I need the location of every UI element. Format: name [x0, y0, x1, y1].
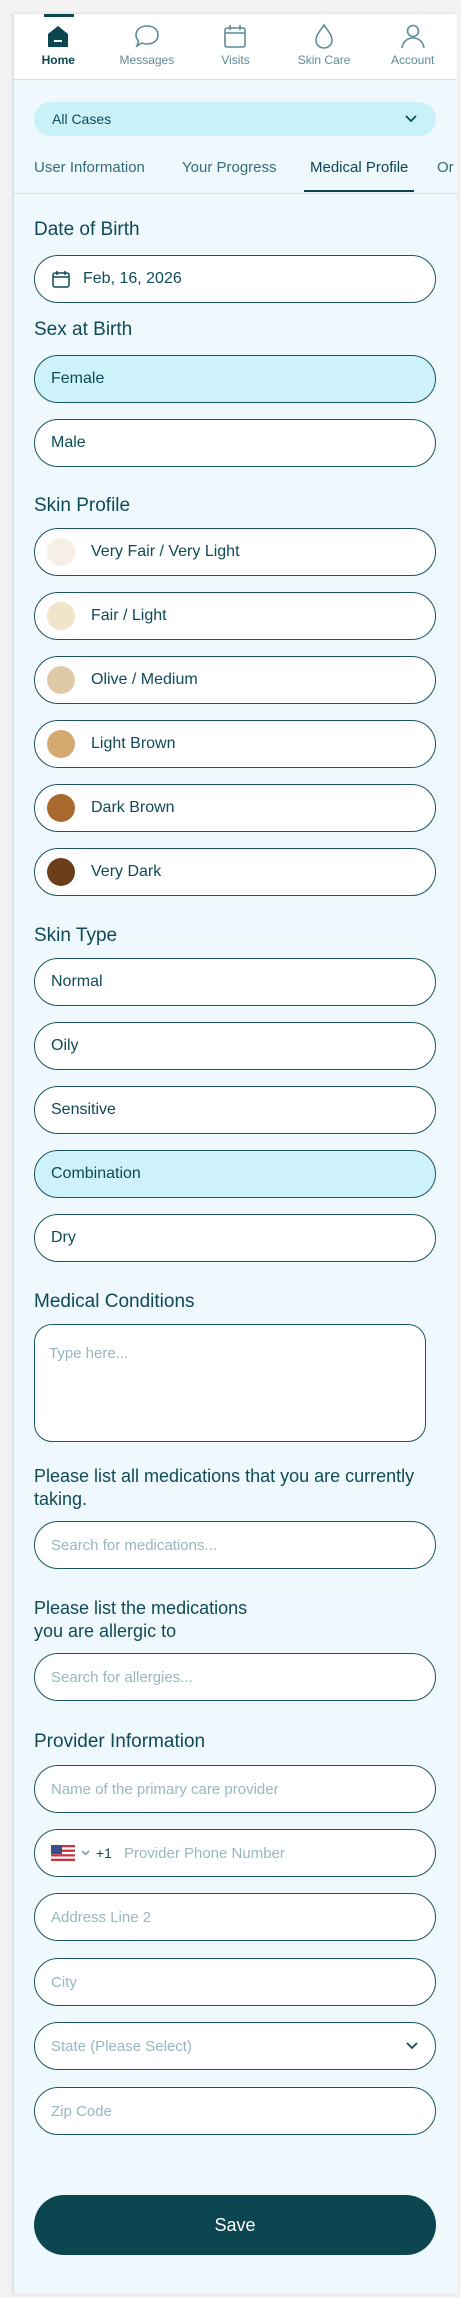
skin-profile-option[interactable]: Fair / Light [34, 592, 436, 640]
skin-profile-option[interactable]: Very Fair / Very Light [34, 528, 436, 576]
top-nav: Home Messages Visits Skin Care Account [14, 14, 457, 80]
skin-type-title: Skin Type [34, 925, 118, 946]
sex-option-male[interactable]: Male [34, 419, 436, 467]
zip-placeholder: Zip Code [51, 2102, 112, 2120]
nav-item-visits[interactable]: Visits [195, 14, 275, 67]
option-label: Dry [51, 1229, 76, 1246]
option-label: Fair / Light [91, 607, 167, 624]
app-screen: Home Messages Visits Skin Care Account A… [14, 14, 457, 2294]
skin-type-option-sensitive[interactable]: Sensitive [34, 1086, 436, 1134]
option-label: Sensitive [51, 1101, 116, 1118]
skin-profile-title: Skin Profile [34, 495, 131, 516]
nav-label-skin-care: Skin Care [297, 53, 351, 67]
allergies-placeholder: Search for allergies... [51, 1668, 193, 1686]
nav-label-messages: Messages [119, 53, 175, 67]
medical-conditions-textarea[interactable]: Type here... [34, 1324, 426, 1442]
sex-option-female[interactable]: Female [34, 355, 436, 403]
option-label: Female [51, 370, 105, 387]
option-label: Light Brown [91, 735, 176, 752]
provider-name-placeholder: Name of the primary care provider [51, 1780, 279, 1798]
nav-item-home[interactable]: Home [18, 14, 98, 67]
option-label: Male [51, 434, 86, 451]
option-label: Normal [51, 973, 103, 990]
allergies-title-line1: Please list the medications [34, 1598, 248, 1618]
home-icon [48, 26, 69, 47]
medications-placeholder: Search for medications... [51, 1536, 217, 1554]
option-label: Combination [51, 1165, 141, 1182]
nav-item-account[interactable]: Account [373, 14, 453, 67]
option-label: Dark Brown [91, 799, 175, 816]
skin-tone-swatch [47, 538, 75, 566]
nav-label-visits: Visits [221, 53, 250, 67]
provider-title: Provider Information [34, 1731, 206, 1752]
address-line2-input[interactable]: Address Line 2 [34, 1893, 436, 1941]
allergies-search-input[interactable]: Search for allergies... [34, 1653, 436, 1701]
case-dropdown-value: All Cases [52, 111, 112, 127]
nav-label-account: Account [390, 53, 435, 67]
skin-tone-swatch [47, 602, 75, 630]
provider-phone-input[interactable]: +1 Provider Phone Number [34, 1829, 436, 1877]
us-flag-icon[interactable] [51, 1845, 75, 1861]
tab-orders[interactable]: Or [437, 154, 454, 182]
medications-title: Please list all medications that you are… [34, 1466, 415, 1509]
medical-conditions-title: Medical Conditions [34, 1291, 195, 1312]
nav-item-skin-care[interactable]: Skin Care [284, 14, 364, 67]
option-label: Very Fair / Very Light [91, 543, 240, 560]
allergies-title-line2: you are allergic to [34, 1621, 177, 1641]
city-placeholder: City [51, 1973, 77, 1991]
chat-bubble-icon [135, 25, 159, 48]
dob-field[interactable]: Feb, 16, 2026 [34, 255, 436, 303]
provider-name-input[interactable]: Name of the primary care provider [34, 1765, 436, 1813]
zip-code-input[interactable]: Zip Code [34, 2087, 436, 2135]
skin-profile-option[interactable]: Olive / Medium [34, 656, 436, 704]
state-select[interactable]: State (Please Select) [34, 2022, 436, 2070]
address-placeholder: Address Line 2 [51, 1908, 152, 1926]
skin-type-option-oily[interactable]: Oily [34, 1022, 436, 1070]
medications-search-input[interactable]: Search for medications... [34, 1521, 436, 1569]
skin-tone-swatch [47, 858, 75, 886]
tab-medical-profile[interactable]: Medical Profile [303, 154, 415, 192]
provider-phone-placeholder: Provider Phone Number [123, 1844, 285, 1862]
option-label: Very Dark [91, 863, 162, 880]
skin-profile-option[interactable]: Very Dark [34, 848, 436, 896]
person-icon [400, 24, 425, 49]
save-button[interactable]: Save [34, 2195, 436, 2255]
nav-label-home: Home [41, 53, 75, 67]
skin-profile-option[interactable]: Dark Brown [34, 784, 436, 832]
skin-tone-swatch [47, 666, 75, 694]
skin-type-option-combination[interactable]: Combination [34, 1150, 436, 1198]
allergies-title: Please list the medications you are alle… [34, 1597, 434, 1643]
calendar-icon [224, 25, 247, 48]
dob-value: Feb, 16, 2026 [83, 270, 182, 287]
phone-country-code: +1 [96, 1845, 112, 1861]
chevron-down-icon[interactable] [81, 1850, 90, 1856]
tab-your-progress[interactable]: Your Progress [182, 154, 277, 182]
option-label: Oily [51, 1037, 79, 1054]
skin-type-option-dry[interactable]: Dry [34, 1214, 436, 1262]
option-label: Olive / Medium [91, 671, 198, 688]
droplet-icon [315, 23, 333, 49]
city-input[interactable]: City [34, 1958, 436, 2006]
skin-profile-option[interactable]: Light Brown [34, 720, 436, 768]
state-placeholder: State (Please Select) [51, 2037, 192, 2055]
case-dropdown[interactable]: All Cases [34, 102, 436, 136]
chevron-down-icon [405, 115, 417, 123]
sex-title: Sex at Birth [34, 319, 133, 340]
skin-tone-swatch [47, 730, 75, 758]
nav-item-messages[interactable]: Messages [107, 14, 187, 67]
dob-title: Date of Birth [34, 219, 140, 240]
calendar-icon [52, 271, 70, 288]
skin-type-option-normal[interactable]: Normal [34, 958, 436, 1006]
profile-tabs: User Information Your Progress Medical P… [14, 154, 457, 194]
skin-tone-swatch [47, 794, 75, 822]
chevron-down-icon [406, 2042, 418, 2050]
tab-user-information[interactable]: User Information [34, 154, 145, 182]
